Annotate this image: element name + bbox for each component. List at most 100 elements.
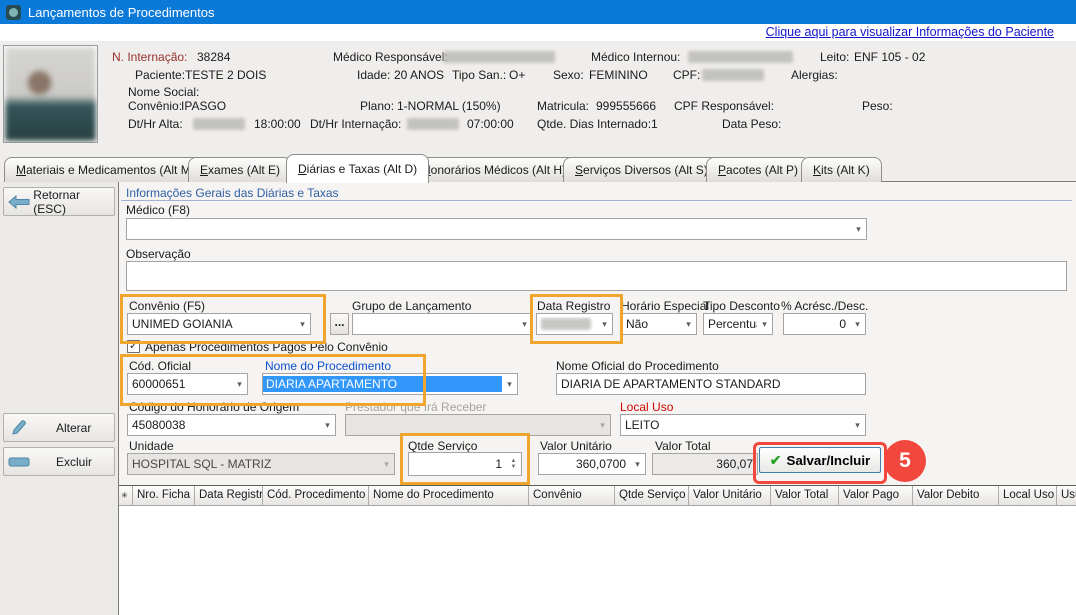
data-registro-combo[interactable]: ▾ (536, 313, 613, 335)
cpf-label: CPF: (673, 69, 700, 82)
tab-label: M (16, 163, 26, 177)
col-data-registro[interactable]: Data Registro (195, 486, 263, 505)
retornar-button[interactable]: Retornar (ESC) (3, 187, 115, 216)
eraser-icon (4, 457, 34, 467)
data-registro-label: Data Registro (537, 300, 610, 313)
idade-value: 20 ANOS (394, 69, 444, 82)
col-local-uso[interactable]: Local Uso (999, 486, 1057, 505)
window-lancamentos-procedimentos: Lançamentos de Procedimentos Clique aqui… (0, 0, 1076, 615)
back-arrow-icon (4, 195, 33, 209)
chevron-down-icon[interactable]: ▾ (630, 459, 645, 470)
convenio-paciente-label: Convênio: (128, 100, 182, 113)
chevron-down-icon[interactable]: ▾ (232, 379, 247, 390)
apenas-pagos-checkbox[interactable]: ✓ (127, 340, 140, 353)
valor-total-readonly: 360,07 (652, 453, 758, 475)
cod-oficial-combo[interactable]: 60000651 ▾ (127, 373, 248, 395)
chevron-down-icon[interactable]: ▾ (502, 379, 517, 390)
chevron-down-icon[interactable]: ▾ (851, 224, 866, 235)
excluir-label: Excluir (56, 455, 92, 469)
step-badge: 5 (884, 440, 926, 482)
chevron-down-icon[interactable]: ▾ (320, 420, 335, 431)
dias-internado-label: Qtde. Dias Internado: (537, 118, 651, 131)
patient-info-link[interactable]: Clique aqui para visualizar Informações … (766, 25, 1054, 39)
col-valor-unitario[interactable]: Valor Unitário (689, 486, 771, 505)
qtde-servico-stepper[interactable]: 1 ▲ ▼ (408, 452, 522, 476)
col-qtde-servico[interactable]: Qtde Serviço (615, 486, 689, 505)
group-title-divider (121, 200, 1072, 201)
chevron-down-icon[interactable]: ▾ (295, 319, 310, 330)
tab-label: onorários Médicos (Alt H) (431, 163, 566, 177)
medico-responsavel-label: Médico Responsável: (333, 51, 448, 64)
patient-photo-image (5, 47, 96, 141)
data-registro-value (537, 317, 597, 332)
salvar-incluir-button[interactable]: ✔ Salvar/Incluir (759, 447, 881, 473)
chevron-down-icon[interactable]: ▾ (597, 319, 612, 330)
tab-diarias-taxas[interactable]: Diárias e Taxas (Alt D) (286, 154, 429, 183)
chevron-down-icon[interactable]: ▾ (757, 319, 772, 330)
check-icon: ✓ (129, 340, 138, 352)
nome-oficial-label: Nome Oficial do Procedimento (556, 360, 719, 373)
nome-procedimento-value: DIARIA APARTAMENTO (263, 376, 502, 392)
alterar-button[interactable]: Alterar (3, 413, 115, 442)
convenio-f5-combo[interactable]: UNIMED GOIANIA ▾ (127, 313, 311, 335)
col-usuario[interactable]: Usuário (1057, 486, 1076, 505)
col-nro-ficha[interactable]: Nro. Ficha (133, 486, 195, 505)
tab-pacotes[interactable]: Pacotes (Alt P) (706, 157, 810, 182)
acresc-desc-combo[interactable]: 0 ▾ (783, 313, 866, 335)
col-valor-pago[interactable]: Valor Pago (839, 486, 913, 505)
tipo-desconto-combo[interactable]: Percentual ▾ (703, 313, 773, 335)
col-convenio[interactable]: Convênio (529, 486, 615, 505)
convenio-lookup-button[interactable]: ... (330, 313, 349, 335)
prestador-combo: ▾ (345, 414, 611, 436)
grid-header: ✳ Nro. Ficha Data Registro Cód. Procedim… (119, 485, 1076, 506)
nome-procedimento-combo[interactable]: DIARIA APARTAMENTO ▾ (262, 373, 518, 395)
dt-internacao-label: Dt/Hr Internação: (310, 118, 401, 131)
nome-oficial-textbox[interactable]: DIARIA DE APARTAMENTO STANDARD (556, 373, 866, 395)
paciente-label: Paciente: (135, 69, 185, 82)
valor-unitario-value: 360,0700 (539, 457, 630, 471)
excluir-button[interactable]: Excluir (3, 447, 115, 476)
grid-body-empty[interactable] (119, 505, 1076, 615)
alterar-label: Alterar (56, 421, 91, 435)
convenio-paciente-value: IPASGO (181, 100, 226, 113)
cod-honorario-combo[interactable]: 45080038 ▾ (127, 414, 336, 436)
sidebar (0, 181, 118, 615)
chevron-down-icon[interactable]: ▾ (850, 420, 865, 431)
grupo-lancamento-combo[interactable]: ▾ (352, 313, 533, 335)
cpf-value-redacted (702, 69, 764, 81)
nome-social-label: Nome Social: (128, 86, 199, 99)
observacao-textarea[interactable] (126, 261, 1067, 291)
chevron-down-icon[interactable]: ▾ (517, 319, 532, 330)
local-uso-combo[interactable]: LEITO ▾ (620, 414, 866, 436)
medico-f8-combo[interactable]: ▾ (126, 218, 867, 240)
data-registro-value-redacted (541, 318, 591, 330)
tab-kits[interactable]: Kits (Alt K) (801, 157, 882, 182)
tab-materiais-medicamentos[interactable]: Materiais e Medicamentos (Alt M) (4, 157, 207, 182)
matricula-value: 999555666 (596, 100, 656, 113)
tab-honorarios-medicos[interactable]: Honorários Médicos (Alt H) (410, 157, 578, 182)
spinner-down-icon[interactable]: ▼ (511, 464, 517, 470)
col-cod-procedimento[interactable]: Cód. Procedimento (263, 486, 369, 505)
tab-label: E (200, 163, 208, 177)
app-icon (6, 5, 21, 20)
dt-alta-label: Dt/Hr Alta: (128, 118, 183, 131)
col-valor-total[interactable]: Valor Total (771, 486, 839, 505)
horario-especial-combo[interactable]: Não ▾ (621, 313, 697, 335)
col-nome-procedimento[interactable]: Nome do Procedimento (369, 486, 529, 505)
qtde-servico-value: 1 (409, 457, 506, 471)
tab-exames[interactable]: Exames (Alt E) (188, 157, 292, 182)
nome-procedimento-label: Nome do Procedimento (265, 360, 391, 373)
plano-label: Plano: (360, 100, 394, 113)
observacao-label: Observação (126, 248, 191, 261)
col-valor-debito[interactable]: Valor Debito (913, 486, 999, 505)
patient-header: N. Internação: 38284 Médico Responsável:… (0, 41, 1076, 157)
valor-unitario-combo[interactable]: 360,0700 ▾ (538, 453, 646, 475)
sexo-value: FEMININO (589, 69, 648, 82)
local-uso-value: LEITO (621, 418, 850, 432)
horario-especial-label: Horário Especial (621, 300, 709, 313)
tipo-san-value: O+ (509, 69, 525, 82)
tab-servicos-diversos[interactable]: Serviços Diversos (Alt S) (563, 157, 720, 182)
alergias-label: Alergias: (791, 69, 838, 82)
chevron-down-icon[interactable]: ▾ (850, 319, 865, 330)
chevron-down-icon[interactable]: ▾ (681, 319, 696, 330)
